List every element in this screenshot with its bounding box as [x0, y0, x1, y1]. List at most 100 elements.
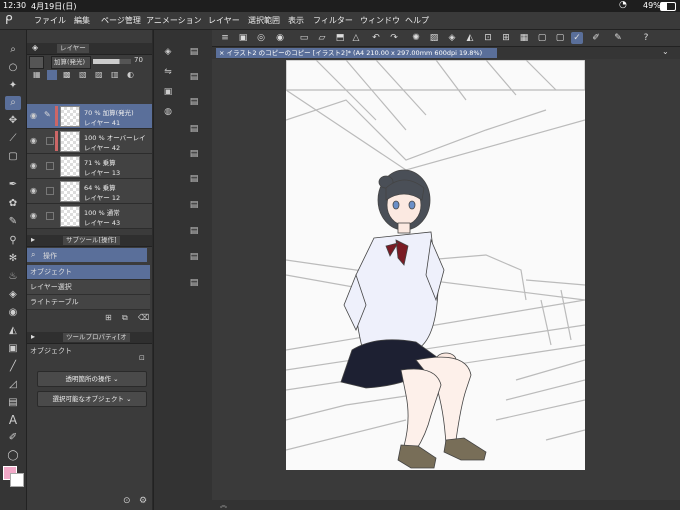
marker-icon[interactable]: ⚲ — [5, 234, 21, 248]
pencil-icon[interactable]: ✎ — [5, 215, 21, 229]
color-icon[interactable]: ◍ — [162, 106, 174, 118]
lock-icon[interactable]: ▦ — [33, 70, 41, 79]
reference-icon[interactable]: ▩ — [63, 70, 71, 79]
settings-icon[interactable]: ⊙ — [123, 496, 131, 506]
brush-stabilize-icon[interactable]: ✐ — [590, 32, 602, 44]
layer-property-icon[interactable]: ◈ — [162, 46, 174, 58]
selection-icon[interactable]: ▢ — [5, 150, 21, 164]
tab-subtool[interactable]: サブツール[操作] — [63, 236, 120, 245]
hand-tool-icon[interactable]: ○ — [5, 61, 21, 75]
tab-tool-property[interactable]: ツールプロパティ[オ — [63, 333, 130, 342]
blend-mode-select[interactable]: 加算(発光) — [51, 56, 91, 69]
menu-filter[interactable]: フィルター — [313, 15, 353, 26]
menu-edit[interactable]: 編集 — [74, 15, 90, 26]
balloon-icon[interactable]: ✐ — [5, 431, 21, 445]
subtool-item[interactable]: レイヤー選択 — [27, 280, 150, 295]
pen-icon[interactable]: ✒ — [5, 178, 21, 192]
hamburger-menu-icon[interactable]: ≡ — [219, 32, 231, 44]
fill-icon[interactable]: ◈ — [446, 32, 458, 44]
opacity-slider[interactable] — [93, 59, 131, 64]
menu-selection[interactable]: 選択範囲 — [248, 15, 280, 26]
loading-icon[interactable]: ✺ — [410, 32, 422, 44]
layer-row[interactable]: ◉ 71 % 乗算 レイヤー 13 — [27, 154, 152, 179]
checkbox-icon[interactable] — [46, 137, 54, 145]
lock-icon[interactable]: ⊡ — [139, 354, 145, 362]
trash-icon[interactable]: ⌫ — [138, 313, 149, 322]
menu-page[interactable]: ページ管理 — [101, 15, 141, 26]
frame-icon[interactable]: ◿ — [5, 378, 21, 392]
new-icon[interactable]: ▣ — [237, 32, 249, 44]
gradient-icon[interactable]: ▣ — [5, 342, 21, 356]
menu-animation[interactable]: アニメーション — [146, 15, 202, 26]
pen-pressure-icon[interactable]: ✎ — [612, 32, 624, 44]
navigator-icon[interactable]: ▣ — [162, 86, 174, 98]
transform-icon[interactable]: ⇋ — [162, 66, 174, 78]
material-icon[interactable]: ▤ — [188, 251, 200, 263]
clear-icon[interactable]: ▨ — [428, 32, 440, 44]
material-icon[interactable]: ▤ — [188, 46, 200, 58]
material-icon[interactable]: ▤ — [188, 96, 200, 108]
tab-layer[interactable]: レイヤー — [57, 44, 89, 53]
material-icon[interactable]: ▤ — [188, 148, 200, 160]
clip-studio-logo-icon[interactable]: ᑭ — [5, 13, 13, 27]
brush-icon[interactable]: ✿ — [5, 197, 21, 211]
menu-layer[interactable]: レイヤー — [208, 15, 240, 26]
subtool-item[interactable]: オブジェクト — [27, 265, 150, 280]
ruler-icon[interactable]: ▢ — [536, 32, 548, 44]
fill-icon[interactable]: ◭ — [5, 324, 21, 338]
undo-icon[interactable]: ↶ — [370, 32, 382, 44]
layer-row[interactable]: ◉ ✎ 70 % 加算(発光) レイヤー 41 — [27, 104, 152, 129]
save-icon[interactable]: ⬒ — [334, 32, 346, 44]
mask-icon[interactable]: ▨ — [95, 70, 103, 79]
clip-studio-icon[interactable]: ◎ — [255, 32, 267, 44]
paint-icon[interactable]: ◭ — [464, 32, 476, 44]
blend-icon[interactable]: ◉ — [5, 306, 21, 320]
eye-icon[interactable]: ◉ — [30, 211, 39, 220]
grid-icon[interactable]: ▦ — [518, 32, 530, 44]
speech-balloon-icon[interactable]: ◯ — [5, 449, 21, 463]
help-icon[interactable]: ? — [640, 32, 652, 44]
subtool-group[interactable]: ⌕ 操作 — [27, 248, 147, 262]
snap-icon[interactable]: ▢ — [554, 32, 566, 44]
sub-color-swatch[interactable] — [10, 473, 24, 487]
eye-icon[interactable]: ◉ — [30, 136, 39, 145]
airbrush-icon[interactable]: ♨ — [5, 270, 21, 284]
layer-row[interactable]: ◉ 100 % 通常 レイヤー 43 — [27, 204, 152, 229]
menu-window[interactable]: ウィンドウ — [360, 15, 400, 26]
redraw-icon[interactable]: ◉ — [274, 32, 286, 44]
close-icon[interactable]: × — [219, 49, 227, 57]
canvas-area[interactable] — [212, 59, 680, 500]
eye-icon[interactable]: ◉ — [30, 161, 39, 170]
draft-icon[interactable]: ▧ — [79, 70, 87, 79]
new-file-icon[interactable]: ▭ — [298, 32, 310, 44]
crop-icon[interactable]: ⊡ — [482, 32, 494, 44]
eraser-icon[interactable]: ◈ — [5, 288, 21, 302]
figure-icon[interactable]: ╱ — [5, 360, 21, 374]
open-icon[interactable]: ▱ — [316, 32, 328, 44]
duplicate-icon[interactable]: ⊞ — [105, 313, 112, 322]
layer-row[interactable]: ◉ 64 % 乗算 レイヤー 12 — [27, 179, 152, 204]
material-icon[interactable]: ▤ — [188, 199, 200, 211]
artboard[interactable] — [286, 60, 585, 470]
collapse-icon[interactable]: ▸ — [31, 235, 35, 244]
palette-icon[interactable]: ◐ — [127, 70, 134, 79]
wrench-icon[interactable]: ⚙ — [139, 496, 147, 506]
layer-color-icon[interactable] — [29, 56, 44, 69]
chevron-down-icon[interactable]: ⌄ — [662, 47, 669, 56]
checkbox-icon[interactable] — [46, 187, 54, 195]
document-tab[interactable]: × イラスト2 のコピーのコピー [イラスト2]* (A4 210.00 x 2… — [216, 48, 497, 58]
check-icon[interactable]: ✓ — [571, 32, 583, 44]
material-icon[interactable]: ▤ — [188, 277, 200, 289]
checkbox-icon[interactable] — [46, 212, 54, 220]
transparent-operation-dropdown[interactable]: 透明箇所の操作 ⌄ — [37, 371, 147, 387]
eyedropper-icon[interactable]: ⟋ — [5, 132, 21, 146]
magic-wand-icon[interactable]: ✦ — [5, 79, 21, 93]
transform-icon[interactable]: ⊞ — [500, 32, 512, 44]
chevron-up-icon[interactable]: ︽ — [220, 500, 227, 510]
move-tool-icon[interactable]: ✥ — [5, 114, 21, 128]
decoration-icon[interactable]: ✻ — [5, 252, 21, 266]
redo-icon[interactable]: ↷ — [388, 32, 400, 44]
eye-icon[interactable]: ◉ — [30, 111, 39, 120]
checkbox-icon[interactable] — [46, 162, 54, 170]
operation-tool-icon[interactable]: ⌕ — [5, 96, 21, 110]
